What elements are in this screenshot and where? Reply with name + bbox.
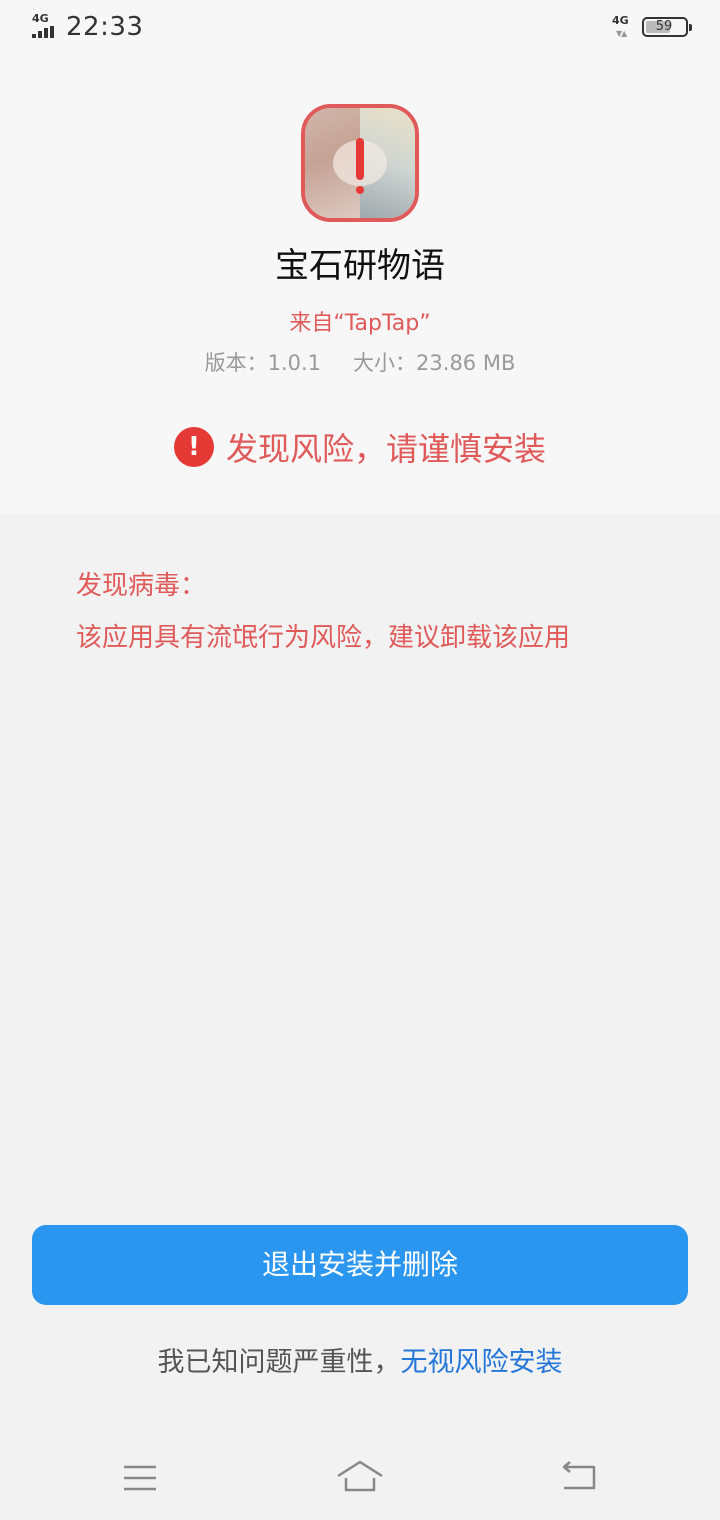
ignore-prefix: 我已知问题严重性， xyxy=(157,1347,401,1378)
network-type-label-right: 4G xyxy=(612,14,629,27)
battery-level: 59 xyxy=(655,19,673,34)
risk-banner: ! 发现风险，请谨慎安装 xyxy=(0,424,720,470)
battery-icon: 59 xyxy=(642,17,692,37)
data-network-icon: 4G ▼▲ xyxy=(612,14,629,38)
app-size: 大小：23.86 MB xyxy=(353,351,516,375)
app-meta: 版本：1.0.1 大小：23.86 MB xyxy=(0,347,720,377)
app-source: 来自“TapTap” xyxy=(289,311,431,336)
home-icon[interactable] xyxy=(330,1454,390,1504)
status-right: 4G ▼▲ 59 xyxy=(612,14,692,40)
network-type-label: 4G xyxy=(32,12,49,25)
back-icon[interactable] xyxy=(548,1454,608,1504)
warning-mark-icon xyxy=(356,138,364,180)
app-name: 宝石研物语 xyxy=(275,246,445,286)
risk-headline: 发现风险，请谨慎安装 xyxy=(225,430,546,468)
signal-icon: 4G xyxy=(30,12,62,42)
virus-description: 该应用具有流氓行为风险，建议卸载该应用 xyxy=(76,623,571,653)
status-time: 22:33 xyxy=(66,12,144,42)
status-left: 4G 22:33 xyxy=(30,12,143,42)
app-version: 版本：1.0.1 xyxy=(204,351,322,375)
alert-icon: ! xyxy=(173,427,214,467)
navigation-bar xyxy=(0,1440,720,1520)
virus-title: 发现病毒： xyxy=(76,571,207,601)
status-bar: 4G 22:33 4G ▼▲ 59 xyxy=(0,0,720,56)
exit-and-delete-button[interactable]: 退出安装并删除 xyxy=(32,1225,688,1305)
ignore-risk-row: 我已知问题严重性，无视风险安装 xyxy=(0,1340,720,1379)
menu-icon[interactable] xyxy=(110,1454,170,1504)
ignore-risk-install-link[interactable]: 无视风险安装 xyxy=(401,1347,563,1378)
app-icon xyxy=(301,104,419,222)
